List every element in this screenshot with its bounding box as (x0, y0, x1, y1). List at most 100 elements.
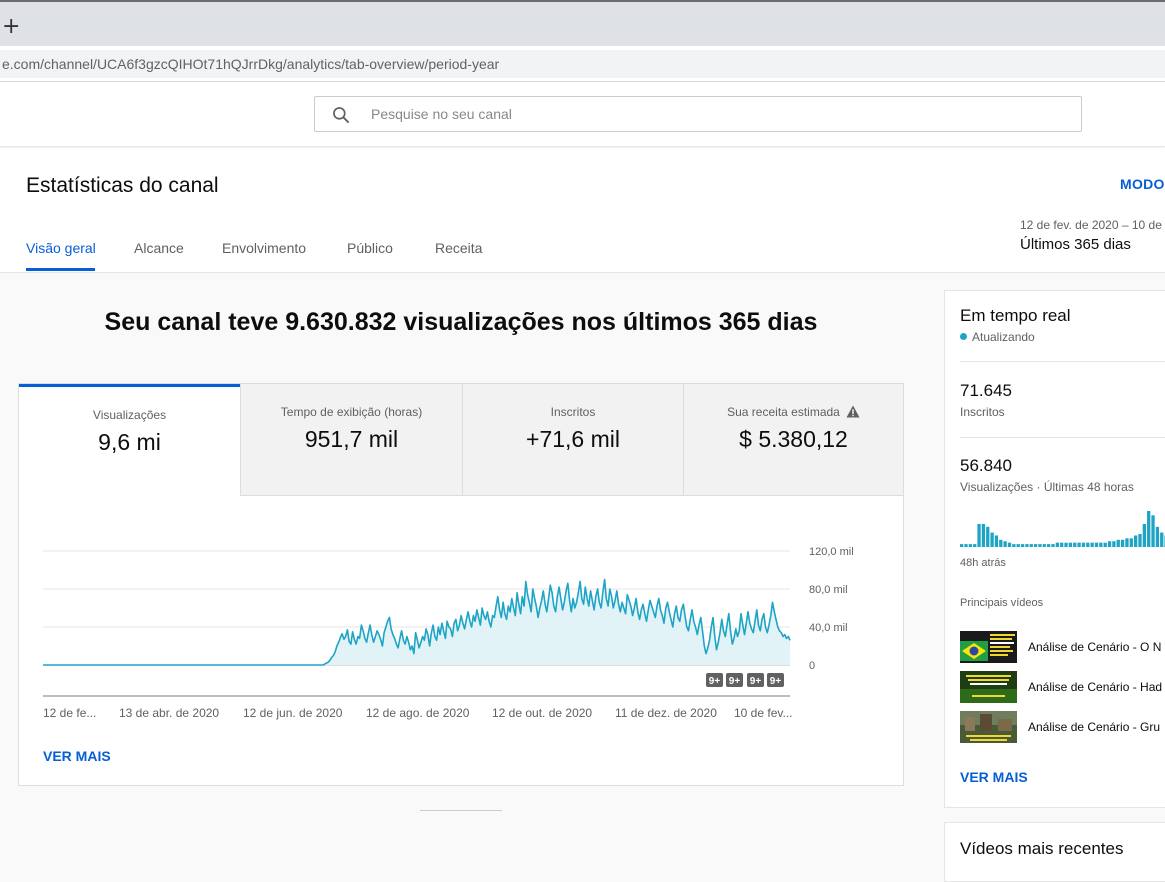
top-video-title: Análise de Cenário - Had (1028, 680, 1163, 694)
realtime-bar[interactable] (1151, 515, 1155, 547)
realtime-bar[interactable] (1142, 523, 1146, 547)
metric-tab-watch-time[interactable]: Tempo de exibição (horas) 951,7 mil (240, 384, 462, 496)
top-video-title: Análise de Cenário - O N (1028, 640, 1162, 654)
realtime-bar[interactable] (1055, 542, 1059, 547)
metric-value: 951,7 mil (304, 426, 399, 452)
new-tab-button[interactable]: + (2, 16, 20, 38)
realtime-bar[interactable] (1007, 542, 1012, 547)
period-selector[interactable]: Últimos 365 dias (1020, 236, 1131, 253)
metric-tab-subscribers[interactable]: Inscritos +71,6 mil (462, 384, 683, 496)
top-video-item[interactable]: Análise de Cenário - Had (960, 671, 1165, 703)
realtime-bar[interactable] (1112, 541, 1116, 547)
realtime-bar[interactable] (1073, 542, 1077, 547)
realtime-bar[interactable] (1042, 544, 1046, 547)
realtime-bar[interactable] (1160, 532, 1164, 547)
channel-search-box[interactable] (314, 96, 1082, 132)
realtime-axis-label: 48h atrás (960, 557, 1006, 569)
analytics-header: Estatísticas do canal MODO 12 de fev. de… (0, 148, 1165, 273)
realtime-bar[interactable] (999, 539, 1003, 547)
url-host: e.com (2, 56, 41, 72)
realtime-bar[interactable] (1012, 544, 1016, 547)
divider (960, 437, 1165, 438)
mode-button[interactable]: MODO (1120, 176, 1165, 192)
realtime-bar[interactable] (1125, 538, 1129, 547)
divider (960, 361, 1165, 362)
top-video-item[interactable]: Análise de Cenário - O N (960, 631, 1165, 663)
realtime-bar[interactable] (1155, 526, 1160, 547)
realtime-status-text: Atualizando (972, 330, 1035, 344)
metric-label: Sua receita estimada (684, 405, 903, 419)
tab-revenue[interactable]: Receita (435, 240, 482, 256)
y-tick-label: 120,0 mil (809, 546, 854, 558)
views-area-chart: 0 40,0 mil 80,0 mil 120,0 mil 9+ 9+ 9+ 9+ 12 de … (43, 546, 854, 720)
realtime-bar[interactable] (994, 535, 999, 547)
realtime-bar[interactable] (1107, 541, 1112, 547)
realtime-bar[interactable] (1103, 542, 1107, 547)
browser-toolbar: e.com/channel/UCA6f3gzcQIHOt71hQJrrDkg/a… (0, 46, 1165, 82)
realtime-bar[interactable] (1033, 544, 1038, 547)
realtime-bar[interactable] (1020, 544, 1025, 547)
metric-label: Tempo de exibição (horas) (280, 405, 423, 419)
tab-audience[interactable]: Público (347, 240, 393, 256)
x-tick-label: 12 de jun. de 2020 (243, 706, 343, 720)
realtime-bar[interactable] (1003, 541, 1007, 547)
x-tick-label: 10 de fev... (734, 706, 792, 720)
realtime-bar[interactable] (1116, 539, 1120, 547)
realtime-bar[interactable] (973, 544, 977, 547)
see-more-link[interactable]: VER MAIS (960, 769, 1028, 785)
realtime-bar[interactable] (1038, 544, 1042, 547)
realtime-bar[interactable] (990, 532, 994, 547)
realtime-bar[interactable] (1090, 542, 1094, 547)
realtime-bar[interactable] (981, 523, 986, 547)
see-more-link[interactable]: VER MAIS (43, 748, 111, 764)
realtime-bar[interactable] (1077, 542, 1081, 547)
realtime-views-label: Visualizações · Últimas 48 horas (960, 480, 1134, 494)
brazil-flag-thumbnail (960, 631, 1017, 663)
realtime-bar[interactable] (964, 544, 968, 547)
address-bar[interactable]: e.com/channel/UCA6f3gzcQIHOt71hQJrrDkg/a… (0, 50, 1165, 78)
tab-engagement[interactable]: Envolvimento (222, 240, 306, 256)
realtime-bar[interactable] (1094, 542, 1099, 547)
metric-label-text: Sua receita estimada (727, 405, 840, 419)
realtime-bar[interactable] (1029, 544, 1033, 547)
realtime-bar-chart[interactable] (960, 509, 1165, 549)
realtime-bar[interactable] (1134, 535, 1138, 547)
realtime-bar[interactable] (1081, 542, 1086, 547)
metric-tab-revenue[interactable]: Sua receita estimada $ 5.380,12 (683, 384, 903, 496)
metric-label: Visualizações (92, 408, 167, 422)
search-icon[interactable] (331, 105, 351, 125)
studio-top-bar (0, 82, 1165, 146)
top-video-title: Análise de Cenário - Gru (1028, 720, 1161, 734)
top-video-item[interactable]: Análise de Cenário - Gru (960, 711, 1165, 743)
realtime-bar[interactable] (1099, 542, 1103, 547)
search-input[interactable] (371, 103, 1051, 125)
overview-headline: Seu canal teve 9.630.832 visualizações n… (104, 308, 818, 336)
realtime-card: Em tempo real Atualizando 71.645 Inscrit… (944, 290, 1165, 808)
browser-tab-strip: + (0, 0, 1165, 46)
date-range-text[interactable]: 12 de fev. de 2020 – 10 de (1020, 218, 1162, 232)
realtime-bar[interactable] (1147, 511, 1151, 547)
realtime-bar[interactable] (1068, 542, 1073, 547)
realtime-bar[interactable] (1047, 544, 1051, 547)
realtime-bar[interactable] (1060, 542, 1064, 547)
tab-reach[interactable]: Alcance (134, 240, 184, 256)
realtime-bar[interactable] (1138, 534, 1142, 547)
realtime-bar[interactable] (1051, 544, 1055, 547)
chart-area-fill (43, 579, 790, 665)
realtime-bar[interactable] (986, 526, 990, 547)
realtime-bar[interactable] (977, 523, 981, 547)
realtime-bar[interactable] (1120, 539, 1125, 547)
warning-icon[interactable] (846, 405, 860, 418)
active-tab-indicator (26, 268, 95, 271)
overview-chart-card: Visualizações 9,6 mi Tempo de exibição (… (18, 383, 904, 786)
realtime-bar[interactable] (1025, 544, 1029, 547)
realtime-bar[interactable] (1086, 542, 1090, 547)
realtime-bar[interactable] (968, 544, 972, 547)
recent-videos-card: Vídeos mais recentes (944, 822, 1165, 882)
metric-tab-views[interactable]: Visualizações 9,6 mi (19, 384, 240, 496)
realtime-bar[interactable] (960, 544, 964, 547)
realtime-bar[interactable] (1129, 538, 1133, 547)
realtime-bar[interactable] (1064, 542, 1068, 547)
tab-overview[interactable]: Visão geral (26, 240, 96, 256)
realtime-bar[interactable] (1016, 544, 1020, 547)
